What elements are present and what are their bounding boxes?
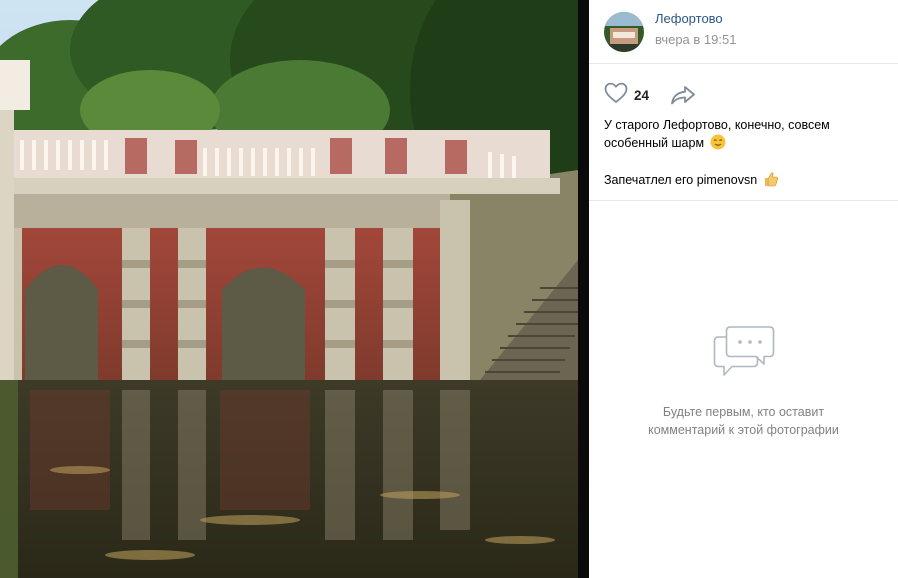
avatar[interactable] [604,11,644,52]
post-caption: У старого Лефортово, конечно, совсем осо… [589,106,898,192]
post-time[interactable]: вчера в 19:51 [655,31,736,48]
author-link[interactable]: Лефортово [655,10,736,27]
photo[interactable] [0,0,578,578]
caption-credit: Запечатлел его pimenovsn [604,173,758,187]
like-count[interactable]: 24 [634,88,649,103]
empty-comments: Будьте первым, кто оставит комментарий к… [589,323,898,439]
thumbs-up-emoji-icon [763,171,779,192]
smiling-relieved-emoji-icon [710,134,726,155]
photo-image [0,0,578,578]
empty-comments-text: Будьте первым, кто оставит комментарий к… [589,403,898,439]
speech-bubble-icon [589,323,898,386]
photo-viewer: Лефортово вчера в 19:51 24 У старого Леф… [0,0,898,578]
comments-divider [589,200,898,201]
post-meta: Лефортово вчера в 19:51 [655,11,736,48]
post-actions: 24 [589,64,898,106]
share-arrow-icon[interactable] [670,85,696,105]
heart-icon[interactable] [604,82,628,109]
post-header: Лефортово вчера в 19:51 [589,0,898,64]
empty-comments-message: Будьте первым, кто оставит комментарий к… [648,405,839,437]
viewer-gap [578,0,589,578]
post-sidebar: Лефортово вчера в 19:51 24 У старого Леф… [589,0,898,578]
avatar-image [604,11,644,52]
